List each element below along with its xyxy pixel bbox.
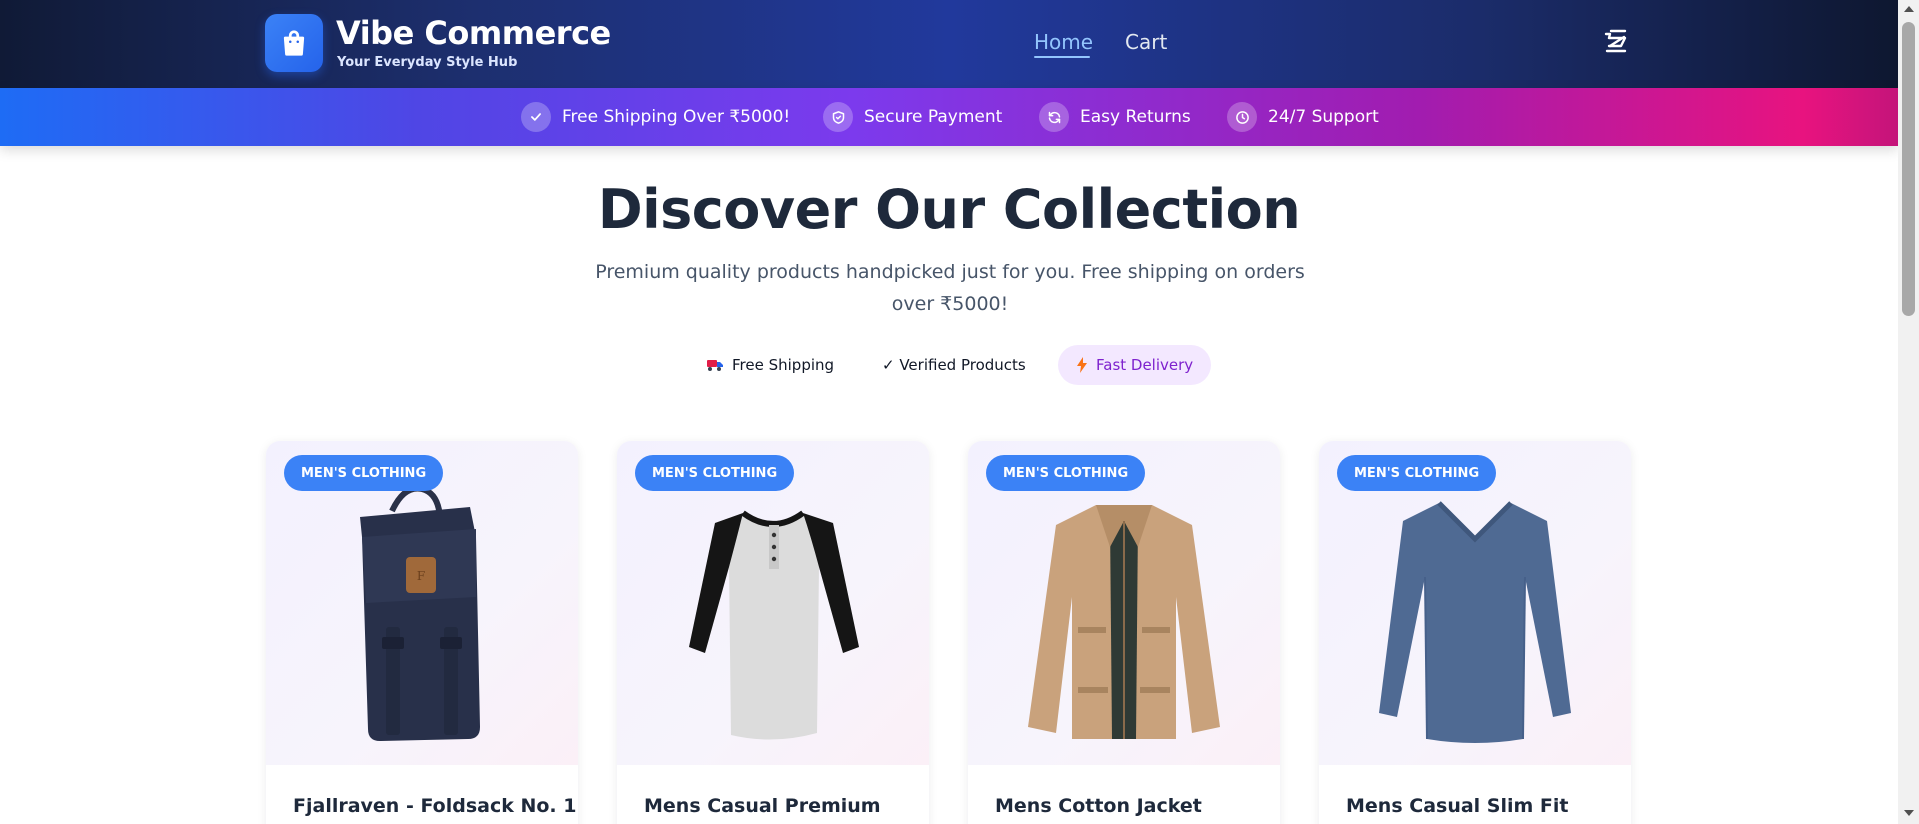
check-icon xyxy=(521,102,551,132)
product-image-area[interactable]: MEN'S CLOTHING xyxy=(617,441,929,765)
product-title[interactable]: Mens Casual Premium xyxy=(644,795,881,817)
benefit-label: Secure Payment xyxy=(864,107,1003,127)
benefit-label: Easy Returns xyxy=(1080,107,1191,127)
refresh-icon xyxy=(1039,102,1069,132)
product-image-area[interactable]: MEN'S CLOTHING xyxy=(968,441,1280,765)
product-title[interactable]: Mens Cotton Jacket xyxy=(995,795,1202,817)
product-card[interactable]: MEN'S CLOTHING Mens Cotton Jacket xyxy=(968,441,1280,824)
category-badge: MEN'S CLOTHING xyxy=(284,455,444,491)
benefit-secure-payment: Secure Payment xyxy=(823,102,1002,132)
benefit-support: 24/7 Support xyxy=(1227,102,1379,132)
shield-icon xyxy=(823,102,853,132)
vertical-scrollbar[interactable] xyxy=(1898,0,1919,824)
nav-link-cart[interactable]: Cart xyxy=(1125,30,1167,54)
nav-active-underline xyxy=(1034,56,1090,58)
svg-text:F: F xyxy=(417,569,425,583)
cotton-jacket-image xyxy=(1028,505,1220,739)
truck-icon xyxy=(706,358,724,372)
chip-label: ✓ Verified Products xyxy=(882,356,1026,374)
chip-verified-products: ✓ Verified Products xyxy=(882,345,1026,385)
product-title[interactable]: Mens Casual Slim Fit xyxy=(1346,795,1569,817)
lightning-icon xyxy=(1076,357,1088,373)
benefit-free-shipping: Free Shipping Over ₹5000! xyxy=(521,102,790,132)
chip-free-shipping: Free Shipping xyxy=(706,345,834,385)
scroll-thumb[interactable] xyxy=(1902,22,1915,316)
page-subtitle: Premium quality products handpicked just… xyxy=(595,261,1305,315)
page-title: Discover Our Collection xyxy=(597,178,1301,241)
chip-label: Fast Delivery xyxy=(1096,356,1194,374)
product-card[interactable]: MEN'S CLOTHING Mens Casual Premium xyxy=(617,441,929,824)
raglan-tshirt-image xyxy=(689,510,859,740)
product-title[interactable]: Fjallraven - Foldsack No. 1 xyxy=(293,795,576,817)
category-badge: MEN'S CLOTHING xyxy=(635,455,795,491)
backpack-image: F xyxy=(360,485,480,741)
product-card[interactable]: F MEN'S CLOTHING Fjallraven - Foldsack N… xyxy=(266,441,578,824)
chip-fast-delivery: Fast Delivery xyxy=(1058,345,1212,385)
scroll-up-arrow-icon[interactable] xyxy=(1904,6,1914,12)
shopping-bag-icon[interactable] xyxy=(265,14,323,72)
product-image-area[interactable]: MEN'S CLOTHING xyxy=(1319,441,1631,765)
benefit-easy-returns: Easy Returns xyxy=(1039,102,1191,132)
product-card[interactable]: MEN'S CLOTHING Mens Casual Slim Fit xyxy=(1319,441,1631,824)
nav-link-home[interactable]: Home xyxy=(1034,30,1093,54)
benefit-label: 24/7 Support xyxy=(1268,107,1379,127)
brand-tagline: Your Everyday Style Hub xyxy=(337,55,518,70)
chip-label: Free Shipping xyxy=(732,356,835,374)
benefit-label: Free Shipping Over ₹5000! xyxy=(562,107,791,127)
scroll-down-arrow-icon[interactable] xyxy=(1904,810,1914,816)
long-sleeve-tee-image xyxy=(1379,501,1571,743)
product-image-area[interactable]: F MEN'S CLOTHING xyxy=(266,441,578,765)
clock-icon xyxy=(1227,102,1257,132)
category-badge: MEN'S CLOTHING xyxy=(986,455,1146,491)
benefits-bar: Free Shipping Over ₹5000! Secure Payment… xyxy=(0,88,1898,146)
category-badge: MEN'S CLOTHING xyxy=(1337,455,1497,491)
brand-title[interactable]: Vibe Commerce xyxy=(336,14,611,52)
site-header: Vibe Commerce Your Everyday Style Hub Ho… xyxy=(0,0,1898,88)
shopping-cart-icon[interactable] xyxy=(1602,28,1630,56)
